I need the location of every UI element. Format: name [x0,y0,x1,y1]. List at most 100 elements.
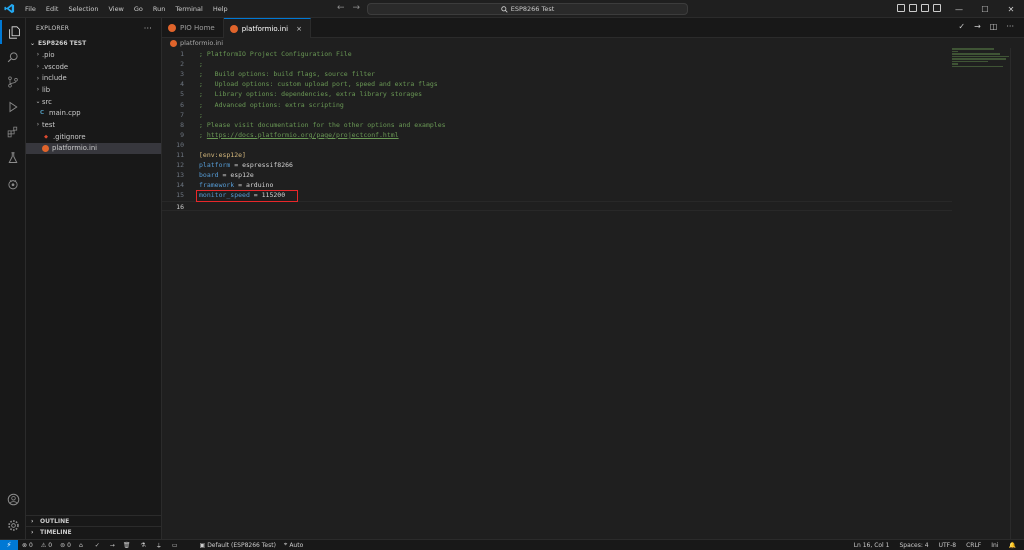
window-controls: — ☐ ✕ [946,0,1024,18]
status-upload-arrow[interactable]: → [104,542,119,549]
menu-item-terminal[interactable]: Terminal [170,5,207,13]
test-flask-icon: ⚗ [140,541,146,549]
back-arrow-icon[interactable]: ← [337,3,345,13]
upload-arrow-icon[interactable]: → [974,22,981,31]
status-right-item[interactable]: Spaces: 4 [894,542,933,549]
explorer-icon[interactable] [0,20,26,44]
doc-link[interactable]: https://docs.platformio.org/page/project… [207,131,399,139]
menu-item-run[interactable]: Run [148,5,170,13]
tab-platformio-ini[interactable]: platformio.ini × [223,18,311,38]
project-root[interactable]: ⌄ ESP8266 TEST [26,38,161,49]
more-actions-icon[interactable]: ··· [1006,22,1014,31]
code-content: board = esp12e [199,170,254,180]
menu-item-go[interactable]: Go [129,5,148,13]
project-name: ESP8266 TEST [38,40,87,47]
editor-actions: ✓ → ◫ ··· [958,22,1014,31]
split-editor-icon[interactable]: ◫ [990,22,998,31]
status-right-item[interactable]: UTF-8 [934,542,962,549]
tree-item-src[interactable]: ⌄ src [26,96,161,108]
status-text: 0 [48,541,53,549]
more-actions-icon[interactable]: ··· [144,24,152,33]
code-token: ; Please visit documentation for the oth… [199,120,446,129]
status-auto-port[interactable]: ⌖ Auto [280,541,307,549]
source-control-icon[interactable] [0,70,26,94]
tree-item-gitignore[interactable]: ◆ .gitignore [26,131,161,143]
tree-item-label: .pio [42,50,55,59]
timeline-section[interactable]: › TIMELINE [26,526,162,537]
status-clean-trash[interactable]: 🗑 [119,542,137,549]
status-serial-plug[interactable]: ⏚ [152,541,168,550]
settings-gear-icon[interactable] [0,513,26,537]
tree-item-main-cpp[interactable]: Cmain.cpp [26,107,161,119]
editor-tabs: PIO Home platformio.ini × ✓ → ◫ ··· [162,18,1024,38]
minimize-icon[interactable]: — [946,0,972,18]
build-check-icon[interactable]: ✓ [958,22,965,31]
breadcrumb: platformio.ini [170,38,223,48]
status-warning[interactable]: ⚠ 0 [37,542,56,549]
tree-item-vscode[interactable]: › .vscode [26,61,161,73]
minimap[interactable] [952,48,1012,78]
breadcrumb-file[interactable]: platformio.ini [180,39,223,47]
toggle-panel-icon[interactable] [909,4,917,12]
remote-indicator-icon[interactable]: ⚡ [0,539,18,550]
tab-pio-home[interactable]: PIO Home [162,18,224,38]
tree-item-lib[interactable]: › lib [26,84,161,96]
status-error[interactable]: ⊗ 0 [18,542,37,549]
code-token: board [199,171,219,180]
tree-item-include[interactable]: › include [26,72,161,84]
platformio-icon[interactable] [0,172,26,196]
tree-item-platformio-ini[interactable]: platformio.ini [26,142,161,155]
chevron-right-icon: › [36,121,40,129]
close-tab-icon[interactable]: × [296,25,302,33]
code-token: = [230,161,243,170]
code-content: framework = arduino [199,180,273,190]
auto-port-icon: ⌖ [283,541,288,548]
line-number: 10 [176,140,184,149]
notifications-bell-icon[interactable]: 🔔 [1004,542,1024,549]
search-icon[interactable] [0,45,26,69]
vscode-logo-icon [0,0,18,18]
toggle-primary-sidebar-icon[interactable] [897,4,905,12]
status-text: Auto [289,541,304,549]
extensions-icon[interactable] [0,120,26,144]
tree-item-test[interactable]: › test [26,119,161,131]
status-home[interactable]: ⌂ [75,542,89,549]
outline-section[interactable]: › OUTLINE [26,515,162,526]
status-right-item[interactable]: Ln 16, Col 1 [849,542,895,549]
status-notification-port[interactable]: ⊜ 0 [56,542,75,549]
status-build-check[interactable]: ✓ [89,542,104,549]
chevron-right-icon: › [36,86,40,94]
code-token: ; [199,130,207,139]
menu-item-edit[interactable]: Edit [41,5,64,13]
status-test-flask[interactable]: ⚗ [136,542,151,549]
status-right-item[interactable]: CRLF [961,542,986,549]
menu-item-selection[interactable]: Selection [63,5,103,13]
toggle-secondary-sidebar-icon[interactable] [921,4,929,12]
code-line: 2; [162,59,952,69]
code-line: 9; https://docs.platformio.org/page/proj… [162,130,952,140]
status-terminal[interactable]: ▭ [168,542,184,549]
code-line: 6 ; Advanced options: extra scripting [162,100,952,110]
status-env-folder[interactable]: ▣ Default (ESP8266 Test) [196,542,280,549]
command-center-search[interactable]: ESP8266 Test [367,3,688,15]
maximize-icon[interactable]: ☐ [972,0,998,18]
editor-scrollbar[interactable] [1010,48,1024,539]
run-debug-icon[interactable] [0,95,26,119]
account-icon[interactable] [0,487,26,511]
status-right-item[interactable]: Ini [986,542,1003,549]
code-line: 10 [162,140,952,150]
menu-item-view[interactable]: View [103,5,128,13]
close-window-icon[interactable]: ✕ [998,0,1024,18]
menu-item-help[interactable]: Help [208,5,233,13]
forward-arrow-icon[interactable]: → [353,3,361,13]
tree-item-label: .vscode [42,62,69,71]
customize-layout-icon[interactable] [933,4,941,12]
code-token: [env:esp12e] [199,151,246,159]
tree-item-pio[interactable]: › .pio [26,49,161,61]
code-editor[interactable]: 1 ; PlatformIO Project Configuration File… [162,48,1024,539]
menu-item-file[interactable]: File [20,5,41,13]
search-label: ESP8266 Test [510,5,555,13]
code-line: 16 [162,200,952,211]
testing-icon[interactable] [0,146,26,170]
status-text: ✓ [94,541,100,549]
